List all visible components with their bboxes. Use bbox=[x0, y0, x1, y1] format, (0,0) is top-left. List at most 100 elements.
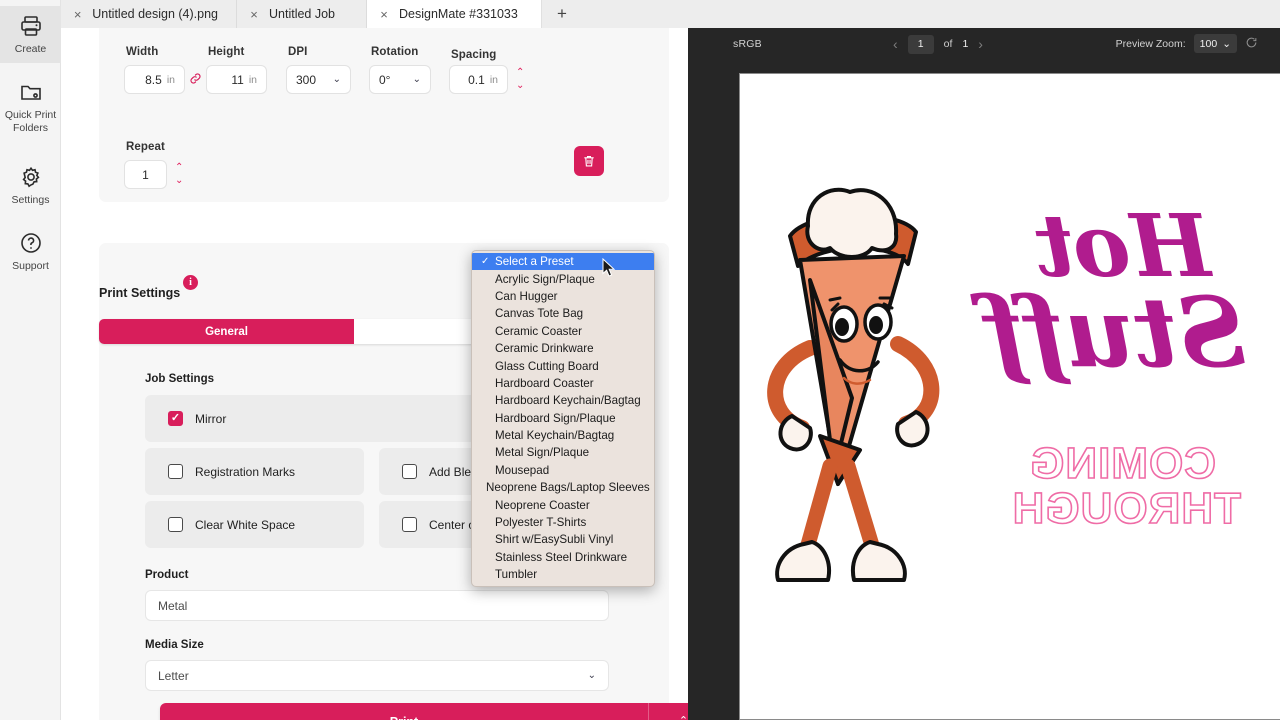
stepper-down-icon[interactable]: ⌄ bbox=[175, 176, 183, 186]
dropdown-item-label: Stainless Steel Drinkware bbox=[495, 550, 628, 564]
mirror-checkbox[interactable] bbox=[168, 411, 183, 426]
dropdown-item-label: Shirt w/EasySubli Vinyl bbox=[495, 533, 614, 547]
spacing-unit: in bbox=[489, 73, 498, 86]
dropdown-item-canvas-tote-bag[interactable]: Canvas Tote Bag bbox=[472, 305, 654, 322]
dropdown-item-label: Hardboard Coaster bbox=[495, 376, 594, 390]
dpi-select[interactable]: 300 ⌄ bbox=[286, 65, 351, 94]
stepper-down-icon[interactable]: ⌄ bbox=[516, 81, 524, 91]
artboard-settings-card: Width 8.5 in Height 11 in DPI 300 ⌄ Rota… bbox=[99, 28, 669, 202]
height-value: 11 bbox=[231, 72, 244, 87]
dropdown-item-ceramic-coaster[interactable]: Ceramic Coaster bbox=[472, 323, 654, 340]
prev-page-icon[interactable]: ‹ bbox=[893, 34, 898, 54]
rail-label-quick-print-folders-2: Folders bbox=[12, 122, 48, 135]
center-on-page-checkbox[interactable] bbox=[402, 517, 417, 532]
add-bleed-checkbox[interactable] bbox=[402, 464, 417, 479]
dropdown-item-label: Canvas Tote Bag bbox=[495, 307, 584, 321]
clear-white-space-checkbox[interactable] bbox=[168, 517, 183, 532]
width-input[interactable]: 8.5 in bbox=[124, 65, 185, 94]
page-navigator: ‹ 1 of 1 › bbox=[893, 34, 983, 54]
rotation-select[interactable]: 0° ⌄ bbox=[369, 65, 431, 94]
dropdown-item-metal-keychain-bagtag[interactable]: Metal Keychain/Bagtag bbox=[472, 427, 654, 444]
tab-general[interactable]: General bbox=[99, 319, 354, 344]
delete-button[interactable] bbox=[574, 146, 604, 176]
dropdown-item-can-hugger[interactable]: Can Hugger bbox=[472, 288, 654, 305]
repeat-input[interactable]: 1 bbox=[124, 160, 167, 189]
tab-bar: × Untitled design (4).png × Untitled Job… bbox=[61, 0, 1280, 28]
dropdown-item-tumbler[interactable]: Tumbler bbox=[472, 566, 654, 583]
page-number-input[interactable]: 1 bbox=[907, 34, 934, 54]
print-button-bar[interactable]: Print ⌃ bbox=[160, 703, 688, 720]
chevron-down-icon: ⌄ bbox=[332, 73, 341, 85]
dropdown-item-hardboard-coaster[interactable]: Hardboard Coaster bbox=[472, 375, 654, 392]
width-value: 8.5 bbox=[145, 72, 162, 87]
dropdown-item-label: Ceramic Coaster bbox=[495, 324, 582, 338]
dropdown-item-polyester-t-shirts[interactable]: Polyester T-Shirts bbox=[472, 514, 654, 531]
dropdown-item-acrylic-sign-plaque[interactable]: Acrylic Sign/Plaque bbox=[472, 270, 654, 287]
mirror-label: Mirror bbox=[195, 411, 227, 426]
dropdown-item-neoprene-coaster[interactable]: Neoprene Coaster bbox=[472, 496, 654, 513]
reset-icon[interactable] bbox=[1245, 36, 1258, 51]
info-icon[interactable]: i bbox=[183, 275, 198, 290]
checkbox-row-registration-marks[interactable]: Registration Marks bbox=[145, 448, 364, 495]
width-unit: in bbox=[166, 73, 175, 86]
preset-dropdown-menu[interactable]: ✓ Select a Preset Acrylic Sign/Plaque Ca… bbox=[471, 250, 655, 588]
media-size-select[interactable]: Letter ⌄ bbox=[145, 660, 609, 691]
checkmark-icon: ✓ bbox=[481, 255, 490, 267]
preview-zoom-label: Preview Zoom: bbox=[1115, 37, 1186, 50]
rail-label-settings: Settings bbox=[11, 194, 50, 206]
clear-white-space-label: Clear White Space bbox=[195, 517, 296, 532]
dropdown-item-shirt-w-easysubli-vinyl[interactable]: Shirt w/EasySubli Vinyl bbox=[472, 531, 654, 548]
spacing-input[interactable]: 0.1 in bbox=[449, 65, 508, 94]
tab-close-icon[interactable]: × bbox=[249, 8, 259, 21]
rail-item-create[interactable]: Create bbox=[0, 6, 61, 64]
stepper-up-icon[interactable]: ⌃ bbox=[175, 163, 183, 173]
rail-item-settings[interactable]: Settings bbox=[0, 157, 61, 214]
dropdown-item-hardboard-sign-plaque[interactable]: Hardboard Sign/Plaque bbox=[472, 410, 654, 427]
link-icon[interactable] bbox=[189, 72, 202, 88]
spacing-value: 0.1 bbox=[468, 72, 485, 87]
height-field: Height 11 in bbox=[206, 46, 267, 94]
dropdown-item-hardboard-keychain-bagtag[interactable]: Hardboard Keychain/Bagtag bbox=[472, 392, 654, 409]
tab-untitled-job[interactable]: × Untitled Job bbox=[237, 0, 367, 28]
tab-designmate[interactable]: × DesignMate #331033 bbox=[367, 0, 542, 28]
dropdown-item-label: Can Hugger bbox=[495, 289, 558, 303]
dropdown-item-ceramic-drinkware[interactable]: Ceramic Drinkware bbox=[472, 340, 654, 357]
tab-label: Untitled Job bbox=[269, 7, 336, 21]
dropdown-item-neoprene-bags-laptop-sleeves[interactable]: Neoprene Bags/Laptop Sleeves bbox=[472, 479, 654, 496]
tab-untitled-design[interactable]: × Untitled design (4).png bbox=[61, 0, 237, 28]
repeat-label: Repeat bbox=[126, 141, 165, 153]
rail-item-support[interactable]: Support bbox=[0, 223, 61, 280]
new-tab-button[interactable]: + bbox=[542, 0, 582, 28]
dropdown-item-select-a-preset[interactable]: ✓ Select a Preset bbox=[472, 253, 654, 271]
preview-zoom-select[interactable]: 100 ⌄ bbox=[1193, 34, 1237, 53]
height-input[interactable]: 11 in bbox=[206, 65, 267, 94]
product-value: Metal bbox=[158, 598, 188, 613]
rail-item-quick-print-folders[interactable]: Quick Print Folders bbox=[0, 72, 61, 143]
product-label: Product bbox=[145, 569, 189, 581]
tab-close-icon[interactable]: × bbox=[73, 8, 82, 21]
question-circle-icon bbox=[19, 231, 43, 255]
dropdown-item-glass-cutting-board[interactable]: Glass Cutting Board bbox=[472, 357, 654, 374]
width-label: Width bbox=[126, 46, 159, 58]
spacing-stepper[interactable]: ⌃ ⌄ bbox=[516, 68, 524, 91]
dropdown-item-metal-sign-plaque[interactable]: Metal Sign/Plaque bbox=[472, 444, 654, 461]
dropdown-item-stainless-steel-drinkware[interactable]: Stainless Steel Drinkware bbox=[472, 549, 654, 566]
repeat-stepper[interactable]: ⌃ ⌄ bbox=[175, 163, 183, 186]
dropdown-item-mousepad[interactable]: Mousepad bbox=[472, 462, 654, 479]
dpi-value: 300 bbox=[296, 72, 317, 87]
print-expand-caret-icon[interactable]: ⌃ bbox=[648, 703, 688, 720]
registration-marks-label: Registration Marks bbox=[195, 464, 296, 479]
chevron-down-icon: ⌄ bbox=[1222, 37, 1231, 50]
tab-close-icon[interactable]: × bbox=[379, 8, 389, 21]
preview-zoom-value: 100 bbox=[1199, 37, 1218, 50]
artwork-line-stuff: Stuff bbox=[984, 276, 1246, 389]
registration-marks-checkbox[interactable] bbox=[168, 464, 183, 479]
rotation-label: Rotation bbox=[371, 46, 419, 58]
product-select[interactable]: Metal bbox=[145, 590, 609, 621]
next-page-icon[interactable]: › bbox=[978, 34, 983, 54]
spacing-field: Spacing 0.1 in bbox=[449, 49, 508, 94]
preview-page-canvas[interactable]: Hot Stuff COMING THROUGH bbox=[739, 73, 1280, 720]
dropdown-item-label: Tumbler bbox=[495, 568, 538, 582]
checkbox-row-clear-white-space[interactable]: Clear White Space bbox=[145, 501, 364, 548]
stepper-up-icon[interactable]: ⌃ bbox=[516, 68, 524, 78]
